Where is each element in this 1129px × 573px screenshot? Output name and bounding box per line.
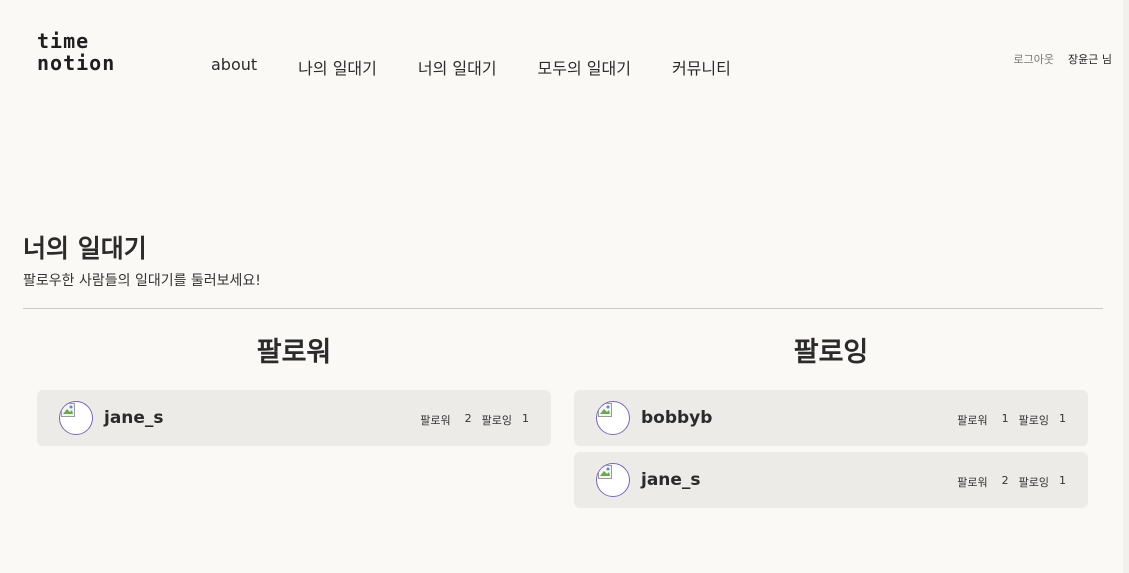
avatar	[596, 463, 630, 497]
follower-count: 2	[1001, 474, 1009, 487]
user-name: bobbyb	[641, 408, 713, 428]
avatar	[596, 401, 630, 435]
user-name: jane_s	[104, 408, 164, 428]
nav-about[interactable]: about	[211, 55, 257, 79]
user-stats: 팔로워 1 팔로잉 1	[952, 412, 1066, 428]
broken-image-icon	[61, 403, 75, 417]
scrollbar[interactable]	[1123, 0, 1129, 573]
page-title: 너의 일대기	[23, 234, 147, 263]
nav-my-timeline[interactable]: 나의 일대기	[298, 55, 377, 79]
follower-count: 1	[1001, 412, 1009, 425]
user-stats: 팔로워 2 팔로잉 1	[415, 412, 529, 428]
nav-community[interactable]: 커뮤니티	[672, 55, 731, 79]
logo-line1: time	[37, 29, 90, 53]
logout-link[interactable]: 로그아웃	[1014, 51, 1054, 67]
logo[interactable]: time notion	[37, 30, 115, 74]
followers-title: 팔로워	[256, 337, 332, 368]
broken-image-icon	[598, 403, 612, 417]
following-card[interactable]: jane_s 팔로워 2 팔로잉 1	[574, 452, 1088, 508]
header: time notion about 나의 일대기 너의 일대기 모두의 일대기 …	[0, 0, 1123, 100]
username-label: 장윤근 님	[1068, 53, 1112, 66]
follower-label: 팔로워	[957, 414, 988, 427]
followers-column: 팔로워 jane_s 팔로워 2 팔로잉 1	[37, 330, 551, 452]
follower-label: 팔로워	[420, 414, 451, 427]
follower-label: 팔로워	[957, 476, 988, 489]
following-count: 1	[1059, 412, 1066, 425]
avatar	[59, 401, 93, 435]
nav-your-timeline[interactable]: 너의 일대기	[418, 55, 497, 79]
user-stats: 팔로워 2 팔로잉 1	[952, 474, 1066, 490]
follower-count: 2	[464, 412, 472, 425]
logo-line2: notion	[37, 51, 116, 75]
broken-image-icon	[598, 465, 612, 479]
following-label: 팔로잉	[481, 414, 512, 427]
following-count: 1	[522, 412, 529, 425]
page-subtitle: 팔로우한 사람들의 일대기를 둘러보세요!	[23, 273, 261, 289]
user-area: 로그아웃 장윤근 님	[1014, 51, 1112, 67]
following-label: 팔로잉	[1018, 476, 1049, 489]
following-count: 1	[1059, 474, 1066, 487]
following-title: 팔로잉	[793, 337, 869, 368]
main-nav: about 나의 일대기 너의 일대기 모두의 일대기 커뮤니티	[211, 55, 772, 79]
following-card[interactable]: bobbyb 팔로워 1 팔로잉 1	[574, 390, 1088, 446]
nav-everyone-timeline[interactable]: 모두의 일대기	[538, 55, 631, 79]
user-name: jane_s	[641, 470, 701, 490]
following-column: 팔로잉 bobbyb 팔로워 1 팔로잉 1 jane_s 팔로워 2 팔로잉 …	[574, 330, 1088, 514]
follower-card[interactable]: jane_s 팔로워 2 팔로잉 1	[37, 390, 551, 446]
divider	[23, 308, 1103, 309]
following-label: 팔로잉	[1018, 414, 1049, 427]
